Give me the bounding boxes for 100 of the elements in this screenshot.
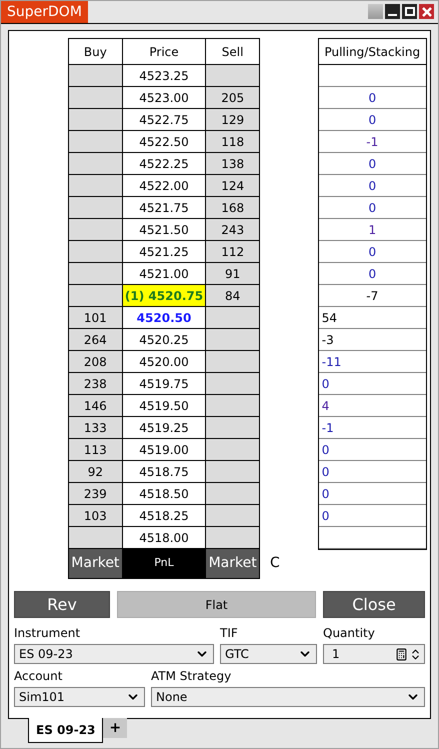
action-button[interactable]: Rev	[14, 591, 110, 618]
action-button[interactable]: Flat	[117, 591, 316, 618]
sell-cell[interactable]	[206, 329, 259, 350]
price-cell: 4519.50	[122, 395, 206, 416]
buy-cell[interactable]: 146	[69, 395, 122, 416]
buy-cell[interactable]	[69, 175, 122, 196]
buy-cell[interactable]: 103	[69, 505, 122, 526]
sell-cell[interactable]: 168	[206, 197, 259, 218]
market-sell-button[interactable]: Market	[206, 549, 259, 578]
account-select[interactable]: Sim101	[14, 687, 145, 707]
tab[interactable]: +	[103, 718, 128, 738]
pnl-cell[interactable]: PnL	[122, 549, 206, 578]
sell-cell[interactable]	[206, 351, 259, 372]
stacking-value: 0	[322, 464, 330, 480]
sell-cell[interactable]: 91	[206, 263, 259, 284]
sell-cell[interactable]	[206, 395, 259, 416]
stacking-value: 0	[322, 508, 330, 524]
buy-cell[interactable]: 101	[69, 307, 122, 328]
column-header: Price	[122, 39, 206, 64]
stacking-value: 0	[322, 442, 330, 458]
price-cell: (1) 4520.75	[122, 285, 206, 306]
sell-cell[interactable]: 124	[206, 175, 259, 196]
buy-cell[interactable]: 208	[69, 351, 122, 372]
sell-cell[interactable]	[206, 483, 259, 504]
sell-cell[interactable]	[206, 505, 259, 526]
tab[interactable]: ES 09-23	[28, 718, 104, 743]
field-label: ATM Strategy	[151, 669, 232, 683]
sell-cell[interactable]	[206, 373, 259, 394]
sell-cell[interactable]: 205	[206, 87, 259, 108]
buy-cell[interactable]	[69, 87, 122, 108]
atm-strategy-select[interactable]: None	[151, 687, 425, 707]
price-cell: 4519.25	[122, 417, 206, 438]
price-cell: 4518.75	[122, 461, 206, 482]
buy-cell[interactable]	[69, 263, 122, 284]
market-buy-button[interactable]: Market	[69, 549, 122, 578]
buy-cell[interactable]: 264	[69, 329, 122, 350]
sell-cell[interactable]: 138	[206, 153, 259, 174]
color-swatch-button[interactable]	[368, 4, 383, 19]
action-button[interactable]: Close	[323, 591, 425, 618]
sell-cell[interactable]	[206, 527, 259, 548]
stacking-value: -11	[322, 354, 342, 370]
buy-cell[interactable]	[69, 65, 122, 86]
sell-cell[interactable]: 129	[206, 109, 259, 130]
tif-select[interactable]: GTC	[220, 644, 317, 664]
price-cell: 4522.50	[122, 131, 206, 152]
calculator-icon[interactable]	[395, 648, 408, 660]
side-label: C	[270, 554, 280, 573]
close-button[interactable]	[419, 4, 434, 19]
sell-cell[interactable]: 112	[206, 241, 259, 262]
buy-cell[interactable]	[69, 153, 122, 174]
stacking-value: 0	[368, 266, 376, 282]
buy-cell[interactable]: 238	[69, 373, 122, 394]
buy-cell[interactable]	[69, 219, 122, 240]
buy-cell[interactable]: 113	[69, 439, 122, 460]
price-cell: 4518.00	[122, 527, 206, 548]
column-header: Pulling/Stacking	[318, 39, 426, 65]
minimize-button[interactable]	[385, 4, 400, 19]
stacking-value: 54	[322, 310, 338, 326]
buy-cell[interactable]: 239	[69, 483, 122, 504]
field-label: TIF	[220, 626, 239, 640]
buy-cell[interactable]: 92	[69, 461, 122, 482]
price-cell: 4522.25	[122, 153, 206, 174]
sell-cell[interactable]: 243	[206, 219, 259, 240]
stacking-value: -3	[322, 332, 334, 348]
price-cell: 4521.75	[122, 197, 206, 218]
close-icon	[422, 6, 432, 16]
sell-cell[interactable]: 118	[206, 131, 259, 152]
buy-cell[interactable]	[69, 197, 122, 218]
stacking-value: 0	[368, 156, 376, 172]
sell-cell[interactable]	[206, 417, 259, 438]
sell-cell[interactable]	[206, 439, 259, 460]
price-cell: 4521.50	[122, 219, 206, 240]
buy-cell[interactable]	[69, 285, 122, 306]
stacking-value: 0	[368, 112, 376, 128]
stacking-value: -1	[366, 134, 378, 150]
buy-cell[interactable]	[69, 527, 122, 548]
price-cell: 4519.75	[122, 373, 206, 394]
price-cell: 4520.25	[122, 329, 206, 350]
quantity-field[interactable]: 1	[323, 644, 425, 664]
column-header: Sell	[220, 44, 244, 60]
sell-cell[interactable]: 84	[206, 285, 259, 306]
buy-cell[interactable]	[69, 131, 122, 152]
sell-cell[interactable]	[206, 65, 259, 86]
buy-cell[interactable]: 133	[69, 417, 122, 438]
instrument-select[interactable]: ES 09-23	[14, 644, 214, 664]
field-label: Instrument	[14, 626, 82, 640]
price-cell: 4523.00	[122, 87, 206, 108]
stacking-value: 1	[368, 222, 376, 238]
buy-cell[interactable]	[69, 241, 122, 262]
stacking-value: 0	[368, 200, 376, 216]
price-cell: 4522.00	[122, 175, 206, 196]
sell-cell[interactable]	[206, 461, 259, 482]
stacking-value: 0	[368, 90, 376, 106]
price-cell: 4520.50	[122, 307, 206, 328]
price-cell: 4519.00	[122, 439, 206, 460]
maximize-button[interactable]	[402, 4, 417, 19]
price-cell: 4518.50	[122, 483, 206, 504]
stacking-value: -1	[322, 420, 334, 436]
buy-cell[interactable]	[69, 109, 122, 130]
sell-cell[interactable]	[206, 307, 259, 328]
